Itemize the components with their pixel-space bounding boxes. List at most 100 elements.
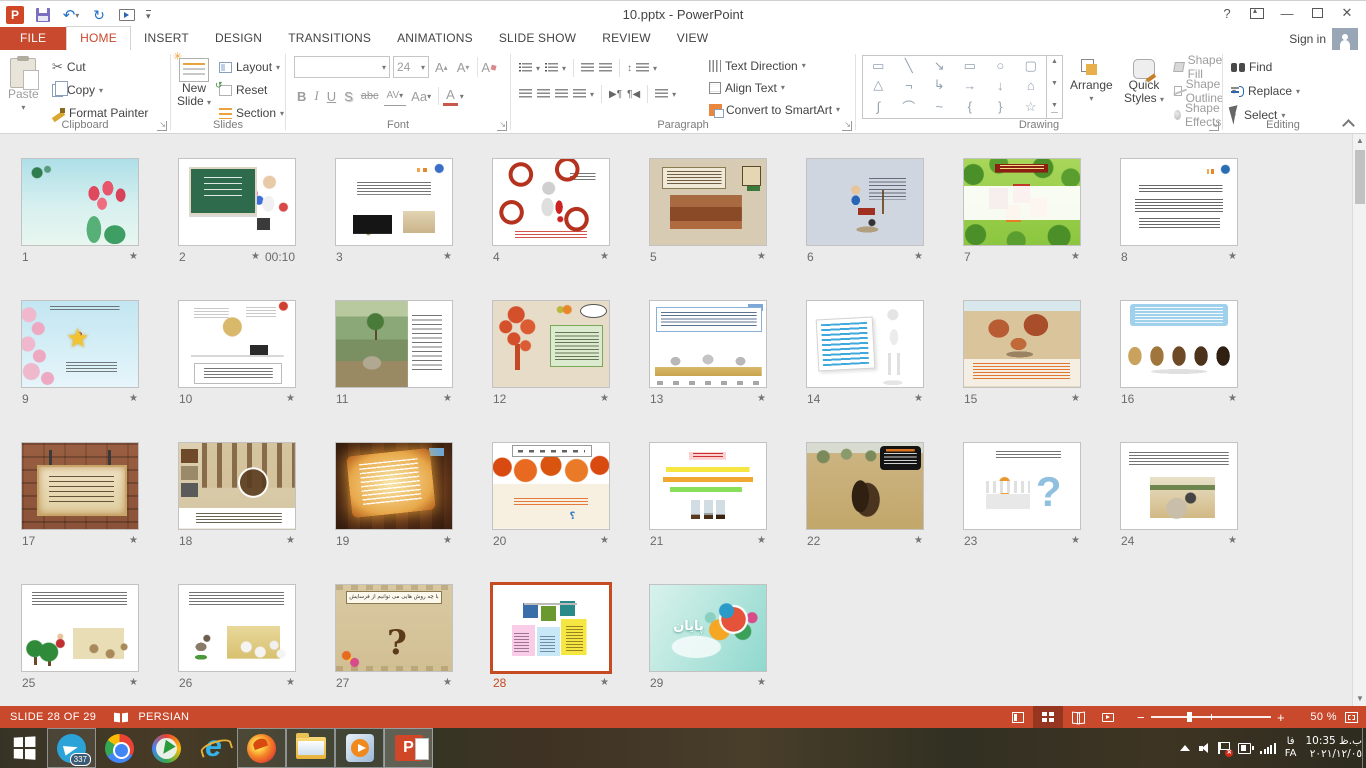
restore-button[interactable] [1302,2,1332,24]
animation-star-icon[interactable]: ★ [1071,535,1080,546]
slide-thumbnail-23[interactable]: ? [963,442,1081,530]
animation-star-icon[interactable]: ★ [1228,251,1237,262]
slide-thumbnail-28[interactable] [492,584,610,672]
shape-glyph-icon[interactable]: ▭ [872,58,884,74]
animation-star-icon[interactable]: ★ [443,535,452,546]
slide-thumbnail-8[interactable] [1120,158,1238,246]
animation-star-icon[interactable]: ★ [1228,393,1237,404]
shape-glyph-icon[interactable]: ⌒ [902,97,915,116]
animation-star-icon[interactable]: ★ [443,251,452,262]
user-avatar[interactable] [1332,28,1358,50]
paragraph-dialog-launcher[interactable]: ↘ [842,121,852,131]
grow-font-button[interactable]: A▴ [432,57,451,77]
zoom-slider-thumb[interactable] [1187,712,1192,722]
scroll-up-arrow[interactable]: ▲ [1353,134,1366,148]
slide-thumbnail-4[interactable] [492,158,610,246]
animation-star-icon[interactable]: ★ [600,251,609,262]
sign-in-link[interactable]: Sign in [1289,32,1326,46]
font-size-combo[interactable]: 24▾ [393,56,429,78]
clipboard-dialog-launcher[interactable]: ↘ [157,121,167,131]
zoom-in-button[interactable]: + [1271,710,1291,725]
help-button[interactable]: ? [1212,2,1242,24]
taskbar-file-explorer[interactable] [286,728,335,768]
layout-button[interactable]: Layout▾ [219,57,284,77]
slide-thumbnail-13[interactable] [649,300,767,388]
animation-star-icon[interactable]: ★ [1071,251,1080,262]
animation-star-icon[interactable]: ★ [600,677,609,688]
shape-glyph-icon[interactable]: △ [873,77,883,93]
slide-thumbnail-7[interactable] [963,158,1081,246]
paste-button[interactable]: Paste▾ [8,54,39,114]
volume-icon[interactable] [1199,743,1209,753]
zoom-percentage[interactable]: 50 % [1299,711,1337,723]
shape-glyph-icon[interactable]: ⌂ [1027,78,1035,93]
slide-sorter-view-button[interactable] [1033,706,1063,728]
text-direction-button[interactable]: Text Direction▾ [709,56,840,75]
shape-glyph-icon[interactable]: { [968,99,972,114]
find-button[interactable]: Find [1231,57,1300,77]
slide-thumbnail-3[interactable] [335,158,453,246]
rtl-direction-button[interactable]: ¶◀ [627,84,640,104]
shapes-gallery[interactable]: ▭╲↘▭○▢△¬↳→↓⌂∫⌒~{}☆ [862,55,1047,119]
replace-button[interactable]: Replace▾ [1231,81,1300,101]
scrollbar-thumb[interactable] [1355,150,1365,204]
align-center-button[interactable] [537,84,550,104]
reading-view-button[interactable] [1063,706,1093,728]
slide-thumbnail-27[interactable]: ?با چه روش هایی می توانیم از فرسایش خاک … [335,584,453,672]
animation-star-icon[interactable]: ★ [600,535,609,546]
shape-glyph-icon[interactable]: ▭ [964,58,976,74]
slide-thumbnail-22[interactable] [806,442,924,530]
copy-button[interactable]: Copy▾ [52,80,148,100]
slide-thumbnail-10[interactable] [178,300,296,388]
tab-transitions[interactable]: TRANSITIONS [275,27,384,50]
character-spacing-button[interactable]: AV▾ [384,86,407,106]
slide-show-button[interactable] [1093,706,1123,728]
ltr-direction-button[interactable]: ▶¶ [609,84,622,104]
animation-star-icon[interactable]: ★ [286,393,295,404]
taskbar-chrome[interactable] [96,728,143,768]
slide-thumbnail-18[interactable] [178,442,296,530]
slide-thumbnail-1[interactable] [21,158,139,246]
tray-expand-chevron[interactable] [1180,745,1190,751]
shrink-font-button[interactable]: A▾ [454,57,473,77]
slide-thumbnail-29[interactable]: پایان [649,584,767,672]
slide-thumbnail-26[interactable] [178,584,296,672]
slide-sorter-pane[interactable]: 1★2★00:103★4★5★6★7★8★?9★10★11★12★13★14★1… [0,134,1366,706]
shape-glyph-icon[interactable]: ☆ [1025,99,1037,115]
tab-review[interactable]: REVIEW [589,27,664,50]
animation-star-icon[interactable]: ★ [286,535,295,546]
shape-glyph-icon[interactable]: ∫ [876,99,880,114]
animation-star-icon[interactable]: ★ [129,393,138,404]
zoom-slider[interactable] [1151,716,1271,718]
shape-glyph-icon[interactable]: ▢ [1025,58,1037,74]
slide-thumbnail-24[interactable] [1120,442,1238,530]
slide-thumbnail-17[interactable] [21,442,139,530]
quick-styles-button[interactable]: Quick Styles ▾ [1124,55,1164,106]
tab-insert[interactable]: INSERT [131,27,202,50]
animation-star-icon[interactable]: ★ [1071,393,1080,404]
tab-file[interactable]: FILE [0,27,66,50]
italic-button[interactable]: I [311,86,321,106]
bullets-button[interactable]: ▾ [519,58,540,78]
shape-glyph-icon[interactable]: ¬ [905,78,913,93]
taskbar-powerpoint[interactable]: P [384,728,433,768]
slide-thumbnail-12[interactable] [492,300,610,388]
slide-thumbnail-16[interactable] [1120,300,1238,388]
slide-thumbnail-9[interactable]: ? [21,300,139,388]
align-text-button[interactable]: Align Text▾ [709,78,840,97]
bold-button[interactable]: B [294,86,309,106]
strikethrough-button[interactable]: abc [358,86,382,106]
new-slide-button[interactable]: New Slide ▾ [177,54,211,109]
animation-star-icon[interactable]: ★ [443,677,452,688]
animation-star-icon[interactable]: ★ [914,251,923,262]
animation-star-icon[interactable]: ★ [443,393,452,404]
change-case-button[interactable]: Aa▾ [408,86,434,106]
columns-button[interactable]: ▾ [655,84,676,104]
normal-view-button[interactable] [1003,706,1033,728]
animation-star-icon[interactable]: ★ [129,535,138,546]
minimize-button[interactable]: — [1272,2,1302,24]
slide-thumbnail-20[interactable]: ؟ [492,442,610,530]
vertical-scrollbar[interactable]: ▲ ▼ [1352,134,1366,706]
slide-thumbnail-11[interactable] [335,300,453,388]
tab-slide-show[interactable]: SLIDE SHOW [486,27,589,50]
